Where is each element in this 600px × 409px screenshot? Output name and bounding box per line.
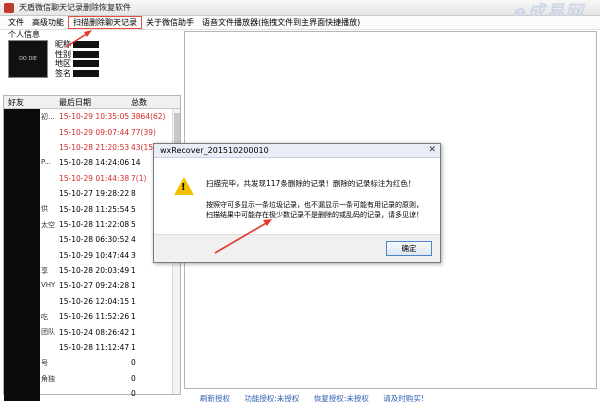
- dialog-title: wxRecover_201510200010: [160, 146, 269, 155]
- table-row[interactable]: 15-10-28 11:12:47 1: [4, 339, 180, 356]
- column-header-total[interactable]: 总数: [131, 97, 171, 108]
- scan-result-dialog: wxRecover_201510200010 ✕ ! 扫描完毕，共发现117条删…: [153, 143, 441, 263]
- avatar-text: DO DIE: [19, 56, 37, 62]
- friend-name: [4, 232, 59, 248]
- message-count: 1: [131, 281, 136, 291]
- feature-license-link[interactable]: 功能授权:未授权: [244, 394, 299, 403]
- menu-advanced[interactable]: 高级功能: [28, 17, 68, 28]
- table-row[interactable]: 角独 0: [4, 370, 180, 387]
- buy-now-link[interactable]: 请及时购买!: [383, 394, 424, 403]
- last-date: 15-10-24 08:26:42: [59, 327, 130, 337]
- message-count: 1: [131, 327, 136, 337]
- last-date: 15-10-28 20:03:49: [59, 266, 130, 276]
- menu-bar: 文件 高级功能 扫描删除聊天记录 关于微信助手 语音文件播放器(拖拽文件到主界面…: [0, 16, 600, 30]
- friend-name: [4, 170, 59, 186]
- refresh-license-link[interactable]: 刷新授权: [200, 394, 230, 403]
- table-row[interactable]: 15-10-26 12:04:15 1: [4, 293, 180, 310]
- profile-field-gender: 性别: [55, 50, 99, 60]
- table-row[interactable]: 0: [4, 386, 180, 402]
- warning-mark: !: [181, 182, 186, 193]
- dialog-title-bar: wxRecover_201510200010 ✕: [154, 144, 440, 158]
- title-bar: 天盾微信聊天记录删除恢复软件 e成易网: [0, 0, 600, 23]
- column-header-date[interactable]: 最后日期: [59, 97, 131, 108]
- friend-name: 团队: [4, 324, 59, 340]
- last-date: 15-10-28 11:22:08: [59, 219, 130, 229]
- last-date: 15-10-29 10:35:05: [59, 112, 130, 122]
- friend-name: [4, 247, 59, 263]
- close-icon[interactable]: ✕: [428, 145, 436, 155]
- friend-name: 太空: [4, 216, 59, 233]
- table-row[interactable]: 享 15-10-28 20:03:49 1: [4, 262, 180, 279]
- friend-name: [4, 139, 59, 156]
- dialog-button-bar: 确定: [154, 234, 440, 262]
- menu-voice-player[interactable]: 语音文件播放器(拖拽文件到主界面快捷播放): [198, 17, 364, 28]
- message-count: 1: [131, 296, 136, 306]
- dialog-message-main: 扫描完毕，共发现117条删除的记录！删除的记录标注为红色！: [206, 179, 416, 188]
- message-count: 0: [131, 373, 136, 383]
- last-date: 15-10-29 01:44:38: [59, 173, 130, 183]
- friend-name: [4, 124, 59, 140]
- friend-name: [4, 185, 59, 202]
- window-title: 天盾微信聊天记录删除恢复软件: [19, 3, 131, 12]
- friend-name: 供: [4, 201, 59, 217]
- message-count: 77(39): [131, 127, 156, 137]
- message-count: 3864(62): [131, 112, 166, 122]
- last-date: 15-10-28 14:24:06: [59, 158, 130, 168]
- last-date: 15-10-29 10:47:44: [59, 250, 130, 260]
- last-date: 15-10-29 09:07:44: [59, 127, 130, 137]
- menu-about[interactable]: 关于微信助手: [142, 17, 198, 28]
- friend-name: 享: [4, 262, 59, 279]
- profile-field-region: 地区: [55, 59, 99, 69]
- friend-name: [4, 339, 59, 356]
- profile-section-label: 个人信息: [8, 30, 40, 39]
- message-count: 1: [131, 266, 136, 276]
- arrow-head-scan: [84, 30, 92, 37]
- table-row[interactable]: 号0: [4, 355, 180, 371]
- message-count: 0: [131, 389, 136, 399]
- profile-field-nickname: 昵称: [55, 40, 99, 50]
- profile-field-signature: 签名: [55, 69, 99, 79]
- message-count: 1: [131, 343, 136, 353]
- friend-name: 初...: [4, 109, 59, 125]
- recover-license-link[interactable]: 恢复授权:未授权: [314, 394, 369, 403]
- menu-file[interactable]: 文件: [4, 17, 28, 28]
- friend-name: P...: [4, 155, 59, 171]
- friend-name: 吃: [4, 309, 59, 325]
- avatar: DO DIE: [8, 40, 48, 78]
- last-date: 15-10-28 11:12:47: [59, 343, 130, 353]
- friend-name: 号: [4, 355, 59, 371]
- friend-name: VHY: [4, 278, 59, 294]
- table-row[interactable]: VHY 15-10-27 09:24:28 1: [4, 278, 180, 294]
- footer-links: 刷新授权 功能授权:未授权 恢复授权:未授权 请及时购买!: [200, 393, 436, 404]
- profile-fields: 昵称 性别 地区 签名: [55, 40, 99, 78]
- table-row[interactable]: 吃 15-10-26 11:52:26 1: [4, 309, 180, 325]
- menu-scan-deleted[interactable]: 扫描删除聊天记录: [68, 16, 142, 29]
- friend-name: [4, 386, 59, 402]
- last-date: 15-10-28 06:30:52: [59, 235, 130, 245]
- column-header-friend[interactable]: 好友: [4, 97, 59, 108]
- message-count: 0: [131, 358, 136, 368]
- last-date: 15-10-26 12:04:15: [59, 296, 130, 306]
- app-icon: [4, 2, 14, 13]
- last-date: 15-10-28 11:25:54: [59, 204, 130, 214]
- last-date: 15-10-27 19:28:22: [59, 189, 130, 199]
- table-row[interactable]: 15-10-29 09:07:44 77(39): [4, 124, 180, 140]
- ok-button[interactable]: 确定: [386, 241, 432, 256]
- message-count: 1: [131, 312, 136, 322]
- friend-name: 角独: [4, 370, 59, 387]
- last-date: 15-10-28 21:20:53: [59, 142, 130, 152]
- table-row[interactable]: 初... 15-10-29 10:35:05 3864(62): [4, 109, 180, 125]
- table-row[interactable]: 团队 15-10-24 08:26:42 1: [4, 324, 180, 340]
- last-date: 15-10-26 11:52:26: [59, 312, 130, 322]
- friend-list-header: 好友 最后日期 总数: [4, 96, 180, 109]
- friend-name: [4, 293, 59, 310]
- dialog-message-detail: 按照守可多显示一条垃圾记录，也不漏显示一条可能有用记录的原则， 扫描结果中可能存…: [206, 201, 423, 219]
- last-date: 15-10-27 09:24:28: [59, 281, 130, 291]
